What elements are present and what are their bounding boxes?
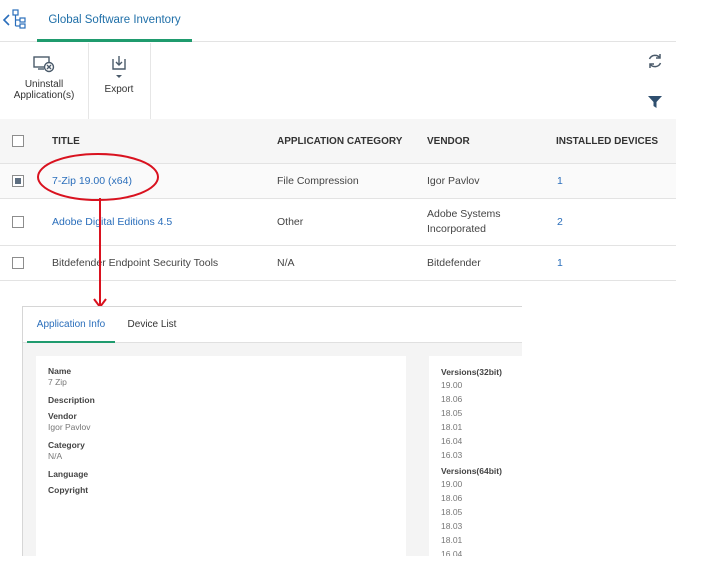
version-item: 18.03	[441, 521, 463, 531]
version-item: 18.06	[441, 493, 463, 503]
uninstall-label-line2: Application(s)	[13, 90, 75, 101]
version-item: 19.00	[441, 479, 463, 489]
versions-64bit-label: Versions(64bit)	[441, 466, 502, 476]
category-label: Category	[48, 440, 85, 450]
vendor-label: Vendor	[48, 411, 77, 421]
annotation-highlight-oval	[37, 153, 159, 201]
uninstall-icon	[33, 56, 55, 73]
installed-devices-link[interactable]: 1	[557, 246, 563, 280]
category-value: N/A	[48, 451, 63, 461]
app-vendor-line2: Incorporated	[427, 223, 486, 235]
row-checkbox[interactable]	[12, 175, 24, 187]
app-vendor-line1: Adobe Systems	[427, 208, 501, 220]
tab-device-list[interactable]: Device List	[119, 307, 185, 343]
name-value: 7 Zip	[48, 377, 67, 387]
name-label: Name	[48, 366, 72, 376]
versions-32bit-label: Versions(32bit)	[441, 367, 502, 377]
version-item: 18.01	[441, 422, 463, 432]
versions-32bit-list: 19.00 18.06 18.05 18.01 16.04 16.03	[441, 378, 517, 462]
app-category: Other	[277, 216, 304, 228]
version-item: 19.00	[441, 380, 463, 390]
app-title[interactable]: Bitdefender Endpoint Security Tools	[52, 246, 218, 280]
toolbar: Uninstall Application(s) Export	[0, 43, 676, 119]
column-header-vendor[interactable]: VENDOR	[427, 119, 470, 163]
version-item: 16.04	[441, 549, 463, 556]
uninstall-label-line1: Uninstall	[24, 79, 64, 90]
app-vendor: Igor Pavlov	[427, 175, 480, 187]
version-item: 16.04	[441, 436, 463, 446]
uninstall-button[interactable]: Uninstall Application(s)	[6, 43, 82, 119]
version-item: 16.03	[441, 450, 463, 460]
annotation-arrow	[93, 198, 107, 309]
version-item: 18.01	[441, 535, 463, 545]
version-item: 18.06	[441, 394, 463, 404]
application-info-card: Name 7 Zip Description Vendor Igor Pavlo…	[36, 356, 406, 556]
tab-global-software-inventory[interactable]: Global Software Inventory	[37, 0, 192, 42]
application-detail-panel: Application Info Device List Name 7 Zip …	[22, 306, 522, 556]
column-header-installed-devices[interactable]: INSTALLED DEVICES	[556, 119, 658, 163]
versions-64bit-list: 19.00 18.06 18.05 18.03 18.01 16.04	[441, 477, 517, 556]
version-item: 18.05	[441, 507, 463, 517]
toolbar-divider	[150, 43, 151, 119]
row-checkbox[interactable]	[12, 257, 24, 269]
row-checkbox[interactable]	[12, 216, 24, 228]
app-title-link[interactable]: Adobe Digital Editions 4.5	[52, 199, 172, 245]
app-vendor: Bitdefender	[427, 257, 481, 269]
tree-icon[interactable]	[11, 8, 27, 30]
language-label: Language	[48, 469, 89, 479]
toolbar-divider	[88, 43, 89, 119]
description-label: Description	[48, 395, 95, 405]
version-item: 18.05	[441, 408, 463, 418]
copyright-label: Copyright	[48, 485, 89, 495]
vendor-value: Igor Pavlov	[48, 422, 91, 432]
installed-devices-link[interactable]: 1	[557, 164, 563, 198]
filter-icon[interactable]	[647, 94, 663, 110]
top-bar: Global Software Inventory	[0, 0, 676, 42]
installed-devices-link[interactable]: 2	[557, 199, 563, 245]
select-all-checkbox[interactable]	[12, 135, 24, 147]
export-label: Export	[104, 84, 134, 95]
detail-tabs: Application Info Device List	[23, 307, 522, 343]
refresh-icon[interactable]	[646, 52, 664, 70]
export-button[interactable]: Export	[92, 43, 146, 119]
app-category: File Compression	[277, 175, 359, 187]
app-vendor: Adobe Systems Incorporated	[427, 199, 501, 245]
app-category: N/A	[277, 257, 295, 269]
versions-card: Versions(32bit) 19.00 18.06 18.05 18.01 …	[429, 356, 522, 556]
column-header-category[interactable]: APPLICATION CATEGORY	[277, 119, 402, 163]
tab-application-info[interactable]: Application Info	[27, 307, 115, 343]
export-icon	[112, 56, 126, 78]
